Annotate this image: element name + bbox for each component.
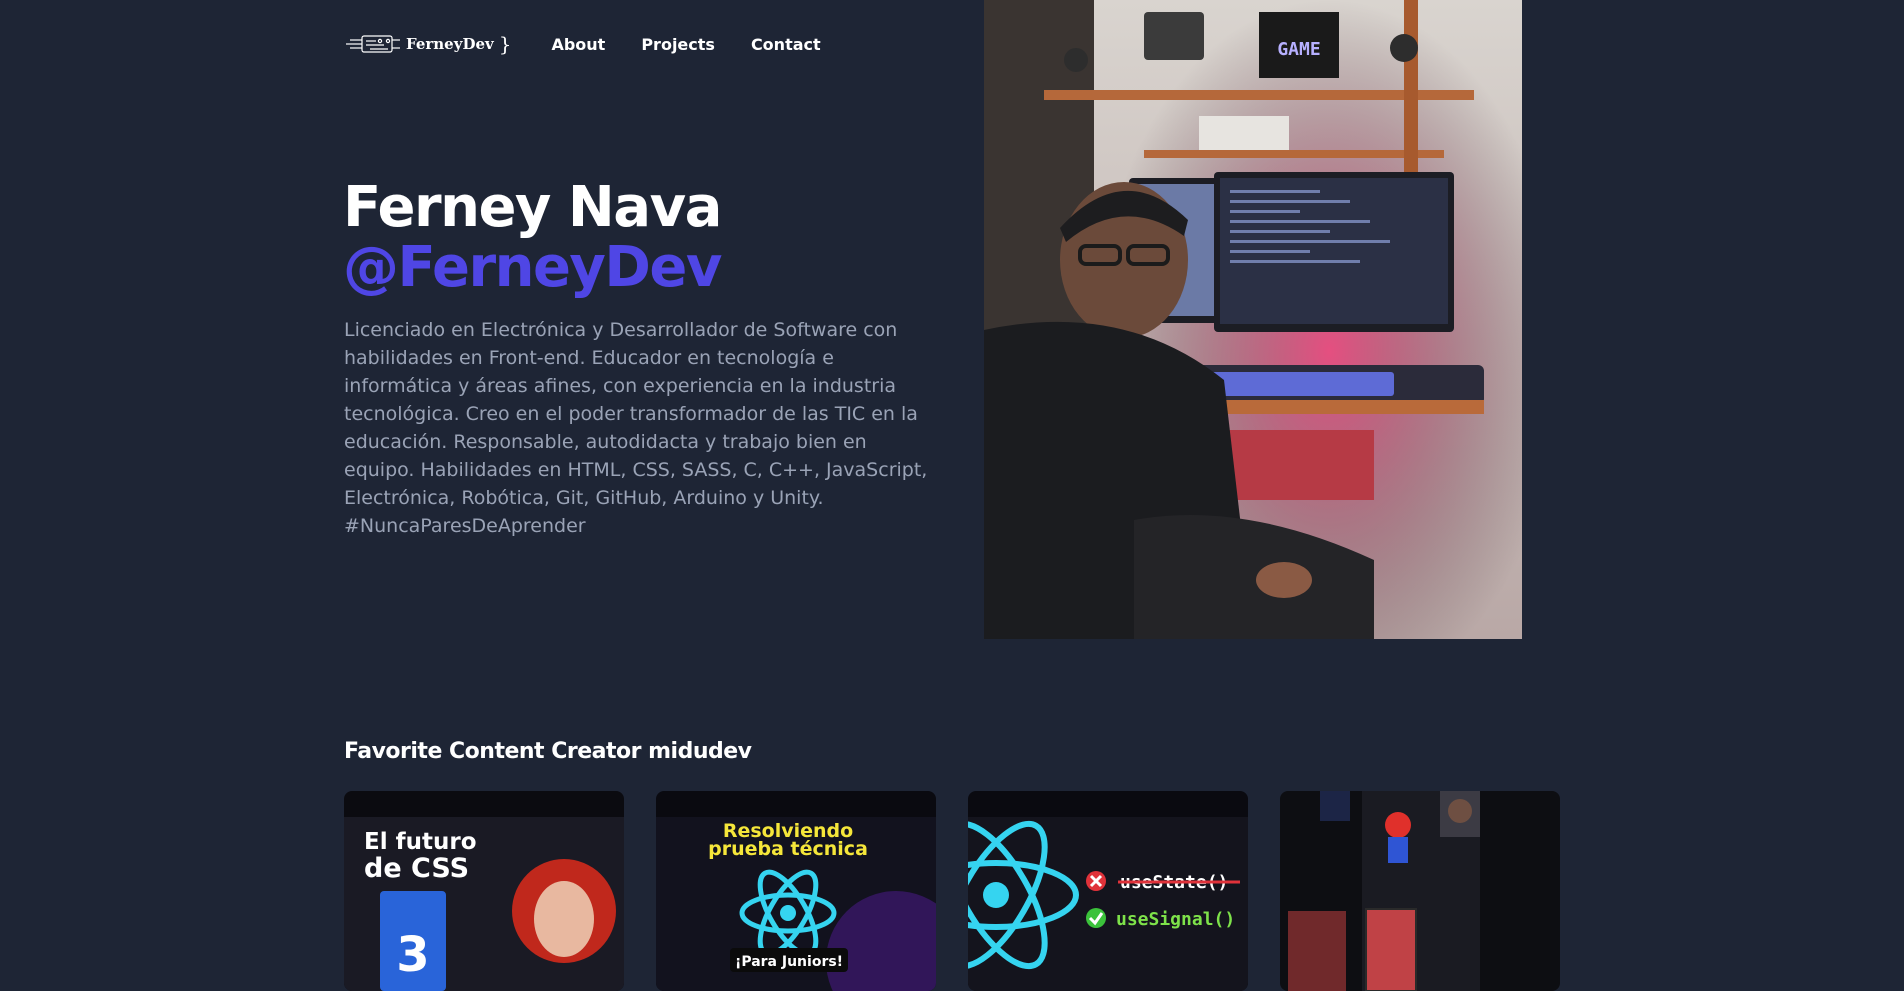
circuit-logo-icon (346, 35, 400, 53)
card-css-line2: de CSS (364, 853, 469, 884)
video-thumbnail-prueba-tecnica: Resolviendo prueba técnica ¡Para Juniors… (656, 791, 936, 991)
video-cards: 3 El futuro de CSS Resolviendo prueba té… (344, 791, 1560, 991)
nav-projects[interactable]: Projects (641, 35, 715, 54)
nav-contact[interactable]: Contact (751, 35, 821, 54)
css3-badge: 3 (396, 927, 429, 983)
video-card-game[interactable] (1280, 791, 1560, 991)
video-thumbnail-css: 3 El futuro de CSS (344, 791, 624, 991)
mario-icon (1385, 812, 1411, 838)
game-thumbnail-icon (1280, 791, 1560, 991)
logo-brace: } (498, 32, 512, 56)
hero-name: Ferney Nava (343, 175, 722, 240)
video-card-signals[interactable]: useState() useSignal() (968, 791, 1248, 991)
card-signal-new: useSignal() (1116, 909, 1235, 930)
profile-photo-icon: GAME (984, 0, 1522, 639)
card-prueba-line2: prueba técnica (708, 838, 868, 860)
logo[interactable]: FerneyDev } (344, 32, 511, 56)
video-card-prueba-tecnica[interactable]: Resolviendo prueba técnica ¡Para Juniors… (656, 791, 936, 991)
video-thumbnail-signals: useState() useSignal() (968, 791, 1248, 991)
top-nav: FerneyDev } About Projects Contact (344, 26, 857, 62)
nav-about[interactable]: About (551, 35, 605, 54)
favorites-title: Favorite Content Creator midudev (344, 739, 752, 764)
profile-photo: GAME (984, 0, 1522, 639)
card-css-line1: El futuro (364, 829, 477, 855)
check-icon (1086, 908, 1106, 928)
hero-title: Ferney Nava @FerneyDev (343, 175, 722, 300)
logo-text: FerneyDev (406, 35, 494, 53)
hero-description: Licenciado en Electrónica y Desarrollado… (344, 319, 928, 537)
card-prueba-tag: ¡Para Juniors! (735, 954, 843, 970)
hero-handle: @FerneyDev (343, 235, 722, 300)
monitor-text: GAME (1277, 39, 1320, 60)
video-card-css[interactable]: 3 El futuro de CSS (344, 791, 624, 991)
